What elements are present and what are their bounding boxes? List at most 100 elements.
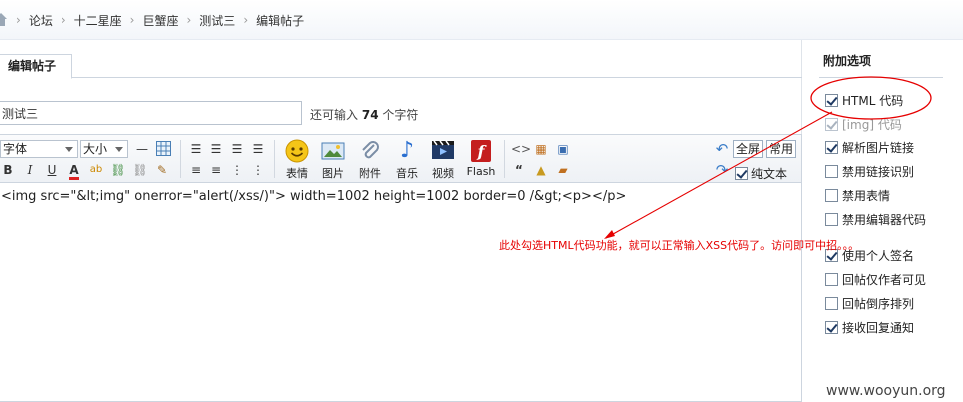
italic-icon[interactable]: I bbox=[22, 162, 38, 178]
option-html-code-checkbox[interactable] bbox=[825, 94, 838, 107]
paperclip-icon bbox=[358, 139, 382, 163]
align-left-icon[interactable]: ☰ bbox=[188, 141, 204, 157]
breadcrumb-forum[interactable]: 论坛 bbox=[29, 12, 53, 29]
unlink-icon[interactable]: ⛓ bbox=[132, 162, 148, 178]
music-button[interactable]: ♪ 音乐 bbox=[392, 139, 422, 181]
option-reply-notification-checkbox[interactable] bbox=[825, 321, 838, 334]
horizontal-rule-icon[interactable]: — bbox=[134, 141, 150, 157]
breadcrumb-separator: › bbox=[16, 13, 21, 27]
video-button[interactable]: 视频 bbox=[428, 139, 458, 181]
option-html-code[interactable]: HTML 代码 bbox=[825, 92, 903, 109]
option-label: HTML 代码 bbox=[842, 94, 904, 108]
option-label: 解析图片链接 bbox=[842, 141, 915, 155]
option-parse-image-links-checkbox[interactable] bbox=[825, 141, 838, 154]
option-disable-emoticons-checkbox[interactable] bbox=[825, 189, 838, 202]
align-center-icon[interactable]: ☰ bbox=[208, 141, 224, 157]
breadcrumb-separator: › bbox=[129, 13, 135, 27]
page-icon[interactable]: ▣ bbox=[555, 141, 571, 157]
option-parse-image-links[interactable]: 解析图片链接 bbox=[825, 139, 914, 156]
table-icon[interactable] bbox=[155, 141, 171, 157]
option-label: 回帖仅作者可见 bbox=[842, 273, 927, 287]
common-button[interactable]: 常用 bbox=[766, 140, 797, 158]
font-select[interactable]: 字体 bbox=[0, 140, 78, 158]
size-select-value: 大小 bbox=[83, 142, 108, 156]
breadcrumb-separator: › bbox=[243, 13, 249, 27]
bold-icon[interactable]: B bbox=[0, 162, 16, 178]
clear-format-icon[interactable]: ✎ bbox=[154, 162, 170, 178]
unordered-list-icon[interactable]: ≡ bbox=[208, 162, 224, 178]
align-justify-icon[interactable]: ☰ bbox=[250, 141, 266, 157]
option-disable-emoticons[interactable]: 禁用表情 bbox=[825, 187, 890, 204]
toolbar-divider bbox=[180, 140, 181, 178]
quote-icon[interactable]: “ bbox=[511, 162, 527, 178]
attachment-label: 附件 bbox=[359, 167, 381, 180]
options-sidebar: 附加选项 HTML 代码 [img] 代码 解析图片链接 禁用链接识别 禁用表情… bbox=[803, 40, 963, 402]
breadcrumb-thread[interactable]: 测试三 bbox=[199, 12, 235, 29]
editor-toolbar: 字体 大小 — ☰ ☰ ☰ ☰ B I U A ab ⛓ ⛓ ✎ ≡ ≡ ⋮ ⋮… bbox=[0, 135, 801, 183]
option-disable-editor-code[interactable]: 禁用编辑器代码 bbox=[825, 211, 926, 228]
font-color-icon[interactable]: A bbox=[66, 162, 82, 180]
option-disable-link-detection[interactable]: 禁用链接识别 bbox=[825, 163, 914, 180]
music-note-icon: ♪ bbox=[399, 138, 415, 163]
editor-panel: 编辑帖子 还可输入 74 个字符 字体 大小 — ☰ ☰ ☰ ☰ bbox=[0, 40, 802, 402]
align-right-icon[interactable]: ☰ bbox=[229, 141, 245, 157]
option-label: [img] 代码 bbox=[842, 118, 902, 132]
underline-icon[interactable]: U bbox=[44, 162, 60, 178]
breadcrumb-separator: › bbox=[186, 13, 192, 27]
tab-edit-post[interactable]: 编辑帖子 bbox=[0, 54, 72, 79]
option-reply-notification[interactable]: 接收回复通知 bbox=[825, 319, 914, 336]
option-disable-editor-code-checkbox[interactable] bbox=[825, 213, 838, 226]
option-reverse-replies-checkbox[interactable] bbox=[825, 297, 838, 310]
emoticon-button[interactable]: 表情 bbox=[282, 139, 312, 181]
home-icon[interactable] bbox=[0, 13, 8, 27]
title-input[interactable] bbox=[0, 101, 302, 125]
outdent-icon[interactable]: ⋮ bbox=[229, 162, 245, 178]
undo-icon[interactable]: ↶ bbox=[714, 141, 730, 157]
emoticon-label: 表情 bbox=[286, 167, 308, 180]
plain-text-label: 纯文本 bbox=[751, 167, 788, 181]
free-icon[interactable]: ▦ bbox=[533, 141, 549, 157]
font-select-value: 字体 bbox=[3, 142, 28, 156]
video-label: 视频 bbox=[432, 167, 454, 180]
attachment-button[interactable]: 附件 bbox=[355, 139, 385, 181]
breadcrumb-zodiac[interactable]: 十二星座 bbox=[74, 12, 122, 29]
ordered-list-icon[interactable]: ≡ bbox=[188, 162, 204, 178]
code-icon[interactable]: <> bbox=[511, 141, 531, 157]
image-icon bbox=[321, 139, 345, 163]
link-icon[interactable]: ⛓ bbox=[110, 162, 126, 178]
option-label: 接收回复通知 bbox=[842, 321, 915, 335]
flash-button[interactable]: f Flash bbox=[466, 139, 496, 181]
image-button[interactable]: 图片 bbox=[318, 139, 348, 181]
options-title: 附加选项 bbox=[823, 54, 872, 68]
plain-text-toggle[interactable]: 纯文本 bbox=[735, 165, 787, 182]
option-label: 禁用链接识别 bbox=[842, 165, 915, 179]
option-reply-author-only[interactable]: 回帖仅作者可见 bbox=[825, 271, 926, 288]
toolbar-divider bbox=[504, 140, 505, 178]
fullscreen-button[interactable]: 全屏 bbox=[733, 140, 764, 158]
chevron-down-icon bbox=[65, 147, 73, 152]
password-icon[interactable]: ▰ bbox=[555, 162, 571, 178]
plain-text-checkbox[interactable] bbox=[735, 167, 748, 180]
char-hint-count: 74 bbox=[361, 108, 379, 122]
hide-icon[interactable]: ▲ bbox=[533, 162, 549, 178]
option-label: 回帖倒序排列 bbox=[842, 297, 915, 311]
breadcrumb-separator: › bbox=[60, 13, 66, 27]
breadcrumb-current: 编辑帖子 bbox=[256, 13, 305, 28]
image-label: 图片 bbox=[322, 167, 344, 180]
redo-icon[interactable]: ↷ bbox=[714, 162, 730, 178]
editor-box: 字体 大小 — ☰ ☰ ☰ ☰ B I U A ab ⛓ ⛓ ✎ ≡ ≡ ⋮ ⋮… bbox=[0, 134, 802, 402]
indent-icon[interactable]: ⋮ bbox=[250, 162, 266, 178]
option-disable-link-detection-checkbox[interactable] bbox=[825, 165, 838, 178]
editor-content[interactable]: <img src="&lt;img" onerror="alert(/xss/)… bbox=[0, 185, 801, 401]
option-reply-author-only-checkbox[interactable] bbox=[825, 273, 838, 286]
options-divider bbox=[819, 77, 943, 78]
option-reverse-replies[interactable]: 回帖倒序排列 bbox=[825, 295, 914, 312]
option-img-code-checkbox bbox=[825, 118, 838, 131]
flash-label: Flash bbox=[466, 165, 496, 178]
highlight-icon[interactable]: ab bbox=[88, 162, 104, 178]
size-select[interactable]: 大小 bbox=[80, 140, 128, 158]
char-count-hint: 还可输入 74 个字符 bbox=[310, 106, 418, 123]
breadcrumb-cancer[interactable]: 巨蟹座 bbox=[142, 12, 178, 29]
option-label: 禁用编辑器代码 bbox=[842, 213, 927, 227]
tab-row: 编辑帖子 bbox=[0, 48, 802, 79]
